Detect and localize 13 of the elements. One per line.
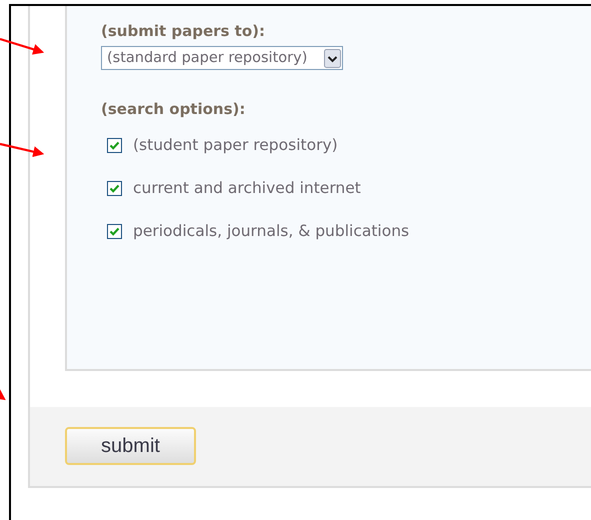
checkbox[interactable] — [107, 180, 122, 196]
annotation-arrow — [0, 38, 44, 55]
field-label: (search options): — [101, 99, 246, 119]
annotation-arrow — [0, 142, 44, 158]
checkbox-label: current and archived internet — [133, 179, 361, 197]
checkbox-label: periodicals, journals, & publications — [133, 222, 410, 240]
checkbox[interactable] — [107, 138, 122, 152]
annotation-arrow — [0, 389, 6, 400]
field-label: (submit papers to): — [101, 21, 266, 41]
checkbox-label: (student paper repository) — [133, 136, 338, 154]
repository-dropdown[interactable]: (standard paper repository) — [101, 46, 343, 70]
submit-button[interactable]: submit — [65, 427, 196, 465]
checkbox[interactable] — [107, 224, 122, 238]
